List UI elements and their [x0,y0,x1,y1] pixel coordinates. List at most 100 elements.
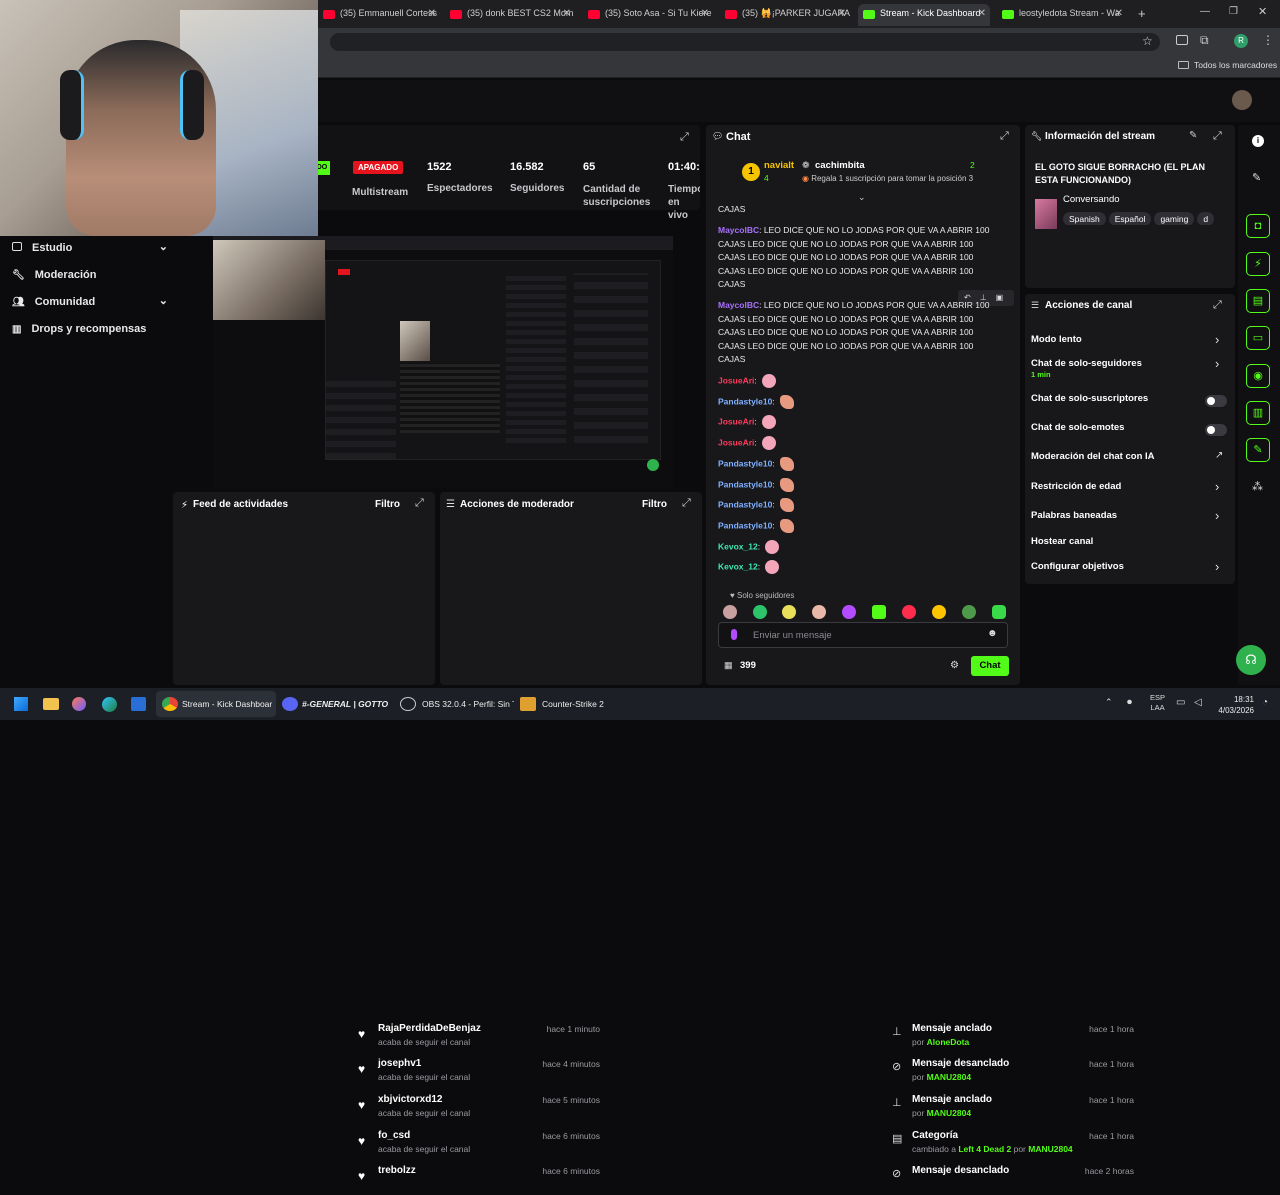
chat-icon[interactable]: ▭ [1246,326,1270,350]
copilot-icon[interactable] [72,697,86,711]
mod-action-user[interactable]: AloneDota [927,1037,970,1047]
windows-start-icon[interactable] [14,697,28,711]
close-icon[interactable]: ✕ [563,8,571,19]
wrench-icon[interactable]: ✎ [1246,438,1270,462]
category-name[interactable]: Conversando [1063,194,1120,205]
modactions-filter-button[interactable]: Filtro [642,499,667,510]
close-icon[interactable]: ✕ [428,8,436,19]
feed-username[interactable]: fo_csd [378,1130,410,1141]
chat-username[interactable]: Pandastyle10 [718,520,772,530]
multistream-label[interactable]: Multistream [352,187,408,198]
tag-chip[interactable]: Spanish [1063,212,1106,225]
network-icon[interactable]: ▭ [1176,697,1185,708]
chat-message[interactable]: Pandastyle10: [718,457,990,471]
microphone-icon[interactable]: ⏺ [1127,697,1132,708]
browser-tab-6[interactable]: leostyledota Stream - Wa ✕ [997,4,1127,26]
chat-username[interactable]: Pandastyle10 [718,396,772,406]
tag-chip[interactable]: Español [1108,212,1152,225]
media-icon[interactable] [1176,35,1188,45]
camera-icon[interactable]: ◘ [1246,214,1270,238]
sidebar-item-moderacion[interactable]: 🔧︎ Moderación [12,269,96,281]
chat-username[interactable]: MaycolBC [718,300,759,310]
expand-icon[interactable]: ⤢ [415,497,424,510]
feed-item[interactable]: ♥ trebolzz hace 6 minutos [346,1163,608,1195]
feed-username[interactable]: RajaPerdidaDeBenjaz [378,1023,481,1034]
emote-icon[interactable] [932,605,946,619]
profile-avatar[interactable]: R [1234,34,1248,48]
popout-icon[interactable]: ⤢ [1213,299,1222,312]
media-icon[interactable]: ▥ [1246,401,1270,425]
broadcast-icon[interactable]: ◉ [1246,364,1270,388]
feed-item[interactable]: ♥ fo_csd acaba de seguir el canal hace 6 mi… [346,1128,608,1160]
mod-action-user[interactable]: Left 4 Dead 2 [958,1144,1011,1154]
mod-action-item[interactable]: ⊘ Mensaje desanclado hace 2 horas [880,1163,1142,1195]
feed-item[interactable]: ♥ RajaPerdidaDeBenjaz acaba de seguir el c… [346,1021,608,1053]
chat-username[interactable]: Kevox_12 [718,541,758,551]
file-explorer-icon[interactable] [43,698,59,710]
popout-icon[interactable]: ⤢ [1213,130,1222,143]
settings-gear-icon[interactable]: ⚙ [950,660,959,671]
chat-username[interactable]: MaycolBC [718,225,759,235]
chat-message[interactable]: JosueAri: [718,415,990,429]
browser-tab-1[interactable]: (35) Emmanuell Cortess - ✕ [318,4,440,26]
close-icon[interactable]: ✕ [701,8,709,19]
taskbar-cs2[interactable]: Counter-Strike 2 [522,697,622,719]
browser-tab-active[interactable]: Stream - Kick Dashboard ✕ [858,4,990,26]
browser-tab-3[interactable]: (35) Soto Asa - Si Tu Kiere ✕ [583,4,713,26]
mod-action-item[interactable]: ⊘ Mensaje desanclado por MANU2804 hace 1 ho… [880,1056,1142,1088]
channel-action-item[interactable]: Chat de solo-emotes [1025,419,1235,443]
mod-action-user[interactable]: MANU2804 [927,1108,971,1118]
channel-action-item[interactable]: Hostear canal [1025,533,1235,557]
chat-username[interactable]: Pandastyle10 [718,479,772,489]
microphone-icon[interactable] [731,629,737,640]
emoji-icon[interactable]: ☻ [987,628,998,639]
chat-username[interactable]: Pandastyle10 [718,458,772,468]
url-input[interactable] [330,33,1160,51]
stream-preview[interactable] [213,236,673,488]
emote-icon[interactable] [902,605,916,619]
tag-chip[interactable]: d [1197,212,1215,225]
mod-action-extra[interactable]: MANU2804 [1028,1144,1072,1154]
support-headset-icon[interactable]: ☊ [1236,645,1266,675]
emote-icon[interactable] [782,605,796,619]
language-indicator[interactable]: ESP LAA [1150,693,1165,713]
close-icon[interactable]: ✕ [838,8,846,19]
expand-icon[interactable]: ⤢ [680,131,689,144]
edit-pencil-icon[interactable]: ✎ [1189,130,1197,141]
minimize-icon[interactable]: — [1200,6,1210,17]
volume-icon[interactable]: ◁ [1194,697,1202,708]
expand-icon[interactable]: ⤢ [682,497,691,510]
emote-icon[interactable] [723,605,737,619]
taskbar-chrome[interactable]: Stream - Kick Dashboar [162,697,280,719]
mod-action-item[interactable]: ⊥ Mensaje anclado por AloneDota hace 1 hora [880,1021,1142,1053]
leader-1-name[interactable]: navialt [764,160,794,171]
chat-message[interactable]: MaycolBC: LEO DICE QUE NO LO JODAS POR Q… [718,299,990,367]
gift-prompt[interactable]: ◉ Regala 1 suscripción para tomar la pos… [802,174,973,183]
mod-action-item[interactable]: ▤ Categoría cambiado a Left 4 Dead 2 por M… [880,1128,1142,1160]
feed-username[interactable]: trebolzz [378,1165,416,1176]
channel-action-item[interactable]: Moderación del chat con IA ↗ [1025,448,1235,472]
chat-message[interactable]: JosueAri: [718,436,990,450]
chat-message[interactable]: JosueAri: [718,374,990,388]
leader-2-name[interactable]: cachimbita [815,160,865,171]
chat-message[interactable]: CAJAS [718,203,990,217]
tray-chevron-icon[interactable]: ⌃ [1105,697,1113,708]
bolt-icon[interactable]: ⚡︎ [1246,252,1270,276]
taskbar-obs[interactable]: OBS 32.0.4 - Perfil: Sin T [402,697,514,719]
sidebar-item-drops[interactable]: ▥ Drops y recompensas [12,323,146,335]
toggle-switch[interactable] [1205,424,1227,436]
browser-tab-4[interactable]: (35) 🙀¡PARKER JUGARA ✕ [720,4,850,26]
collapse-chevron-icon[interactable]: ⌄ [858,192,866,203]
chat-input[interactable]: Enviar un mensaje ☻ [718,622,1008,648]
chat-message[interactable]: Kevox_12: [718,540,990,554]
emote-icon[interactable] [842,605,856,619]
emote-icon[interactable] [753,605,767,619]
chat-message[interactable]: Pandastyle10: [718,519,990,533]
mod-action-item[interactable]: ⊥ Mensaje anclado por MANU2804 hace 1 hora [880,1092,1142,1124]
feed-filter-button[interactable]: Filtro [375,499,400,510]
feed-item[interactable]: ♥ xbjvictorxd12 acaba de seguir el canal ha… [346,1092,608,1124]
menu-icon[interactable]: ⋮ [1262,33,1274,47]
chat-username[interactable]: Pandastyle10 [718,499,772,509]
feed-username[interactable]: josephv1 [378,1058,421,1069]
emote-icon[interactable] [812,605,826,619]
